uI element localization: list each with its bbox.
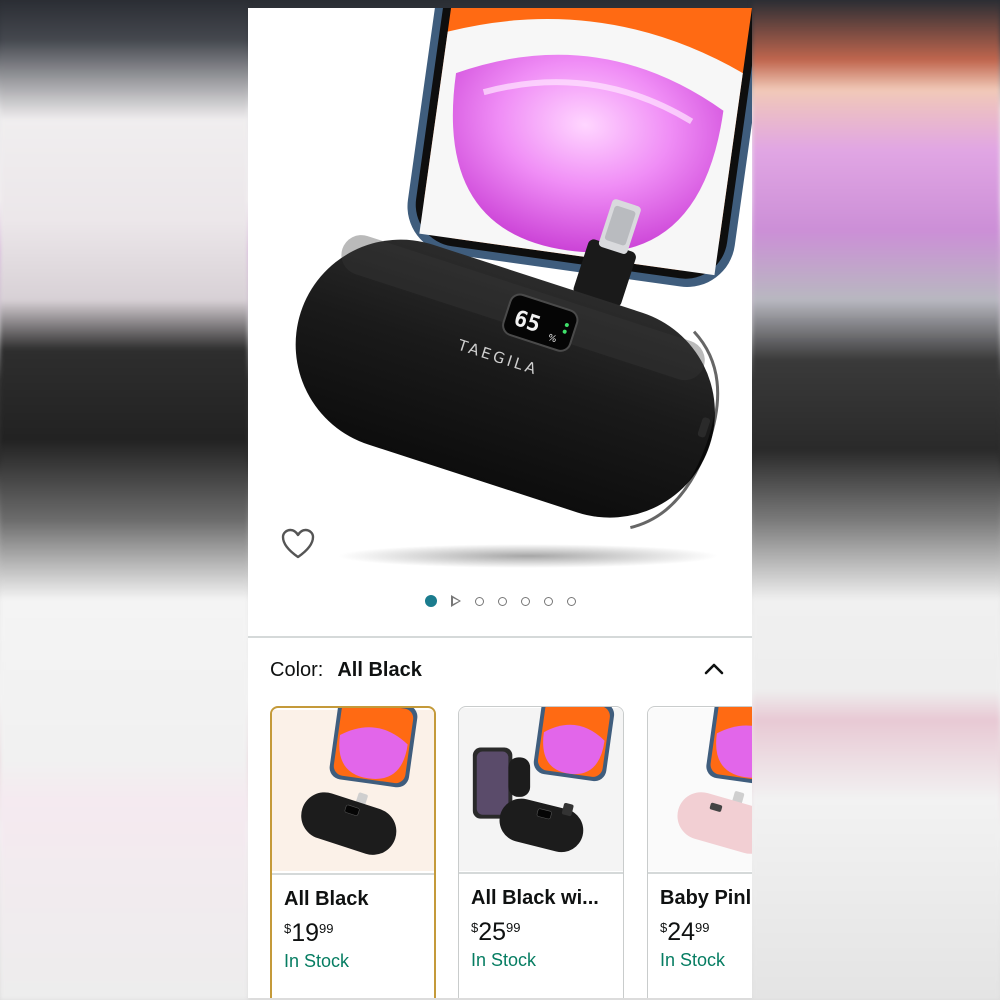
product-image[interactable]: 65 % TAEGILA bbox=[248, 8, 752, 640]
variant-card-baby-pink[interactable]: Baby Pinl $2499 In Stock bbox=[647, 706, 752, 998]
variant-card-all-black[interactable]: All Black $1999 In Stock bbox=[270, 706, 436, 998]
color-label: Color: bbox=[270, 658, 324, 681]
variant-name: Baby Pinl bbox=[660, 887, 752, 909]
variant-name: All Black bbox=[284, 888, 369, 910]
color-variant-list: All Black $1999 In Stock All Black wi...… bbox=[270, 706, 752, 998]
pager-dot[interactable] bbox=[497, 596, 507, 606]
pager-dot[interactable] bbox=[566, 596, 576, 606]
stock-status: In Stock bbox=[660, 950, 726, 970]
color-selector-header[interactable]: Color: All Black bbox=[270, 656, 730, 684]
blurred-background-right bbox=[752, 0, 1000, 1000]
variant-price: $2599 bbox=[471, 918, 521, 946]
variant-price: $1999 bbox=[284, 919, 334, 947]
image-pager[interactable] bbox=[248, 591, 752, 611]
pager-dot[interactable] bbox=[543, 596, 553, 606]
video-play-icon[interactable] bbox=[450, 595, 461, 607]
variant-thumbnail bbox=[459, 707, 623, 872]
pager-dot[interactable] bbox=[520, 596, 530, 606]
app-screen: 65 % TAEGILA Color: All Black All Black … bbox=[248, 8, 752, 998]
pager-dot[interactable] bbox=[474, 596, 484, 606]
variant-thumbnail bbox=[648, 707, 752, 872]
variant-thumbnail bbox=[272, 708, 434, 872]
blurred-background-left bbox=[0, 0, 248, 1000]
pager-dot-active[interactable] bbox=[424, 595, 437, 607]
stock-status: In Stock bbox=[284, 951, 350, 971]
favorite-heart-icon[interactable] bbox=[280, 526, 316, 562]
variant-name: All Black wi... bbox=[471, 887, 599, 909]
product-photo: 65 % TAEGILA bbox=[295, 8, 752, 568]
section-divider bbox=[248, 636, 752, 638]
chevron-up-icon[interactable] bbox=[702, 657, 726, 681]
selected-color-value: All Black bbox=[337, 658, 422, 681]
iphone bbox=[407, 8, 752, 287]
variant-price: $2499 bbox=[660, 918, 710, 946]
variant-card-all-black-with[interactable]: All Black wi... $2599 In Stock bbox=[458, 706, 624, 998]
stock-status: In Stock bbox=[471, 950, 537, 970]
